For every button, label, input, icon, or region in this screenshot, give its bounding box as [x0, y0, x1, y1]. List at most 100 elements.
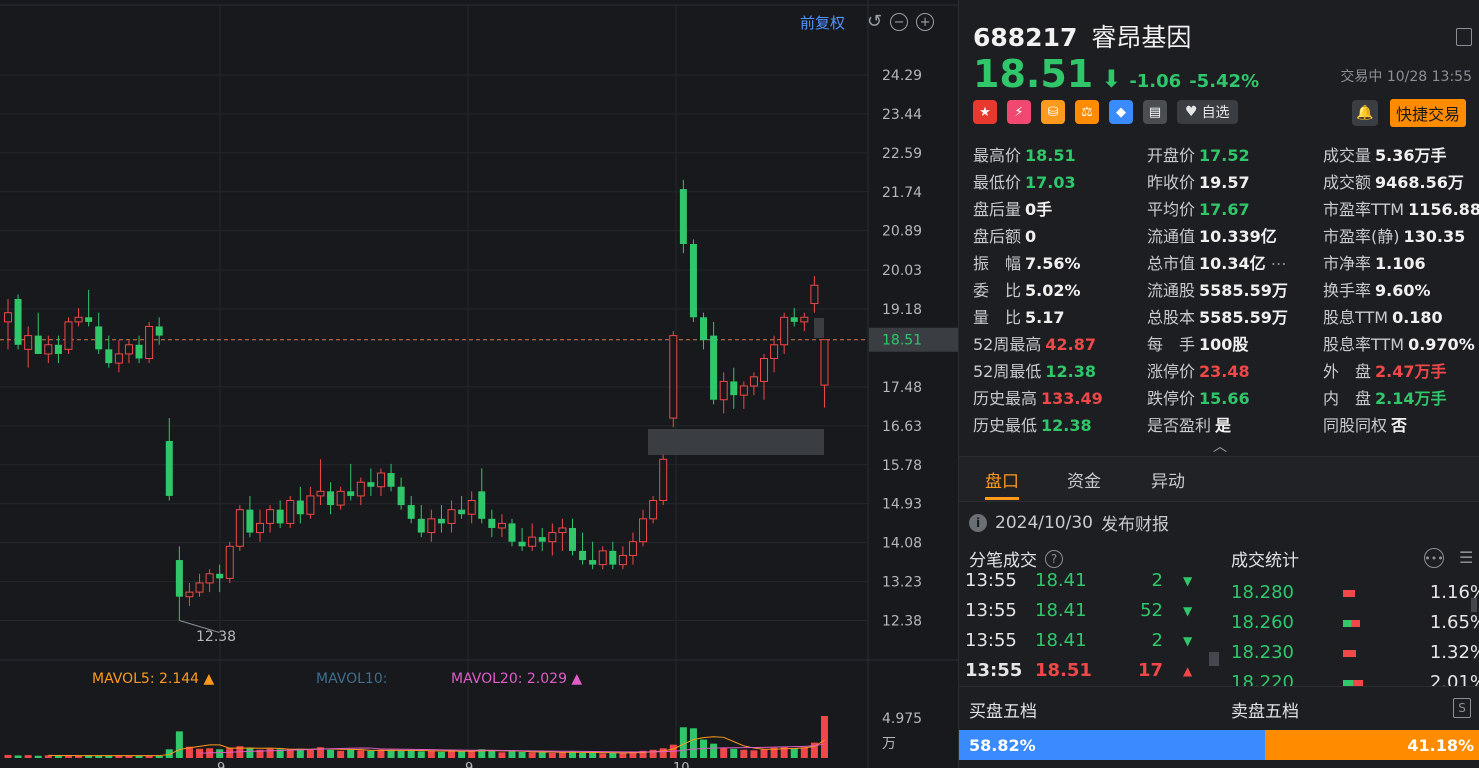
volume-bar: [24, 755, 32, 758]
notes-icon[interactable]: ▤: [1143, 100, 1167, 124]
stat-item: 成交量 5.36万手: [1323, 142, 1447, 166]
deal-scrollbar[interactable]: [1471, 598, 1477, 612]
down-arrow-icon: ⬇: [1101, 65, 1122, 93]
candle-body: [347, 491, 355, 496]
volume-bar: [538, 751, 546, 758]
candle-body: [437, 518, 445, 524]
volume-bar: [427, 750, 435, 758]
stat-label: 52周最低: [973, 362, 1042, 381]
sell-book-title[interactable]: 卖盘五档: [1231, 697, 1299, 722]
candle-body: [24, 335, 33, 350]
tick-volume: 2: [1151, 572, 1163, 591]
candle-body: [669, 335, 678, 419]
price-gap-box: [648, 429, 824, 455]
candle-body: [820, 339, 829, 386]
tick-row: 13:55 18.41 52 ▼: [965, 600, 1192, 621]
mavol20-legend: MAVOL20: 2.029 ▲: [451, 671, 582, 687]
candle-body: [710, 335, 718, 400]
tab-capital[interactable]: 资金: [1067, 467, 1101, 492]
tab-anomaly[interactable]: 异动: [1151, 467, 1185, 492]
candle-body: [558, 527, 567, 534]
stat-label: 同股同权: [1323, 416, 1388, 435]
list-icon[interactable]: ☰: [1459, 548, 1477, 568]
kline-chart-panel[interactable]: 24.29 23.44 22.59 21.74 20.89 20.03 19.18 17.48…: [0, 0, 958, 768]
zoom-in-icon[interactable]: +: [916, 13, 935, 31]
stat-label: 历史最高: [973, 389, 1038, 408]
date-axis-label: 9: [217, 761, 225, 768]
more-dots-icon[interactable]: ⋯: [1266, 254, 1287, 273]
price-tick-label: 20.89: [882, 224, 922, 240]
candle-body: [447, 509, 456, 524]
stat-value: 5.36万手: [1375, 146, 1447, 165]
buy-ratio-bar: 58.82%: [959, 730, 1265, 760]
candle-body: [719, 380, 728, 401]
coins-icon[interactable]: ⛁: [1041, 100, 1065, 124]
zoom-out-icon[interactable]: −: [890, 13, 909, 31]
tick-list[interactable]: 13:55 18.41 2 ▼ 13:55 18.41 52 ▼ 13:55 18.41 2 ▼ 13:…: [959, 572, 1219, 686]
stat-item: 股息TTM 0.180: [1323, 304, 1443, 328]
candle-body: [276, 509, 284, 524]
scale-icon[interactable]: ⚖: [1075, 100, 1099, 124]
volume-bar: [528, 752, 536, 758]
earnings-notice[interactable]: i 2024/10/30 发布财报: [969, 510, 1169, 535]
quick-trade-button[interactable]: 快捷交易: [1390, 99, 1467, 127]
deal-stat-row: 18.260 1.65%: [1231, 612, 1479, 633]
volume-bar: [306, 749, 314, 758]
stat-value: 133.49: [1041, 389, 1103, 408]
volume-bar: [266, 748, 274, 758]
volume-bar: [286, 749, 294, 758]
volume-bar: [609, 752, 617, 758]
price-tick-label: 12.38: [882, 614, 922, 630]
stat-item: 振 幅 7.56%: [973, 250, 1081, 274]
tag-icon[interactable]: ◆: [1109, 100, 1133, 124]
candle-body: [327, 491, 335, 506]
stat-value: 1156.88: [1408, 200, 1479, 219]
china-flag-icon[interactable]: ★: [973, 100, 997, 124]
candle-body: [458, 509, 466, 515]
order-book-header: 买盘五档 卖盘五档: [959, 686, 1479, 731]
volume-bar: [347, 749, 355, 758]
stat-label: 涨停价: [1147, 362, 1196, 381]
help-icon[interactable]: ?: [1045, 549, 1063, 568]
up-triangle-icon: ▲: [1183, 664, 1193, 678]
candle-body: [14, 298, 22, 345]
tick-scrollbar[interactable]: [1209, 652, 1219, 666]
price-tick-label: 17.48: [882, 380, 922, 396]
stat-item: 总股本 5585.59万: [1147, 304, 1288, 328]
volume-bar: [397, 750, 405, 758]
stat-value: 2.47万手: [1375, 362, 1447, 381]
stat-value: 18.51: [1025, 146, 1076, 165]
candle-body: [639, 518, 648, 543]
stat-item: 52周最高 42.87: [973, 331, 1096, 355]
tick-volume: 52: [1140, 600, 1163, 621]
tab-pankou[interactable]: 盘口: [985, 467, 1019, 492]
deal-stat-list[interactable]: 18.280 1.16% 18.260 1.65% 18.230 1.32% 18.220 2…: [1219, 578, 1479, 686]
undo-icon[interactable]: ↺: [867, 13, 882, 31]
buy-book-title[interactable]: 买盘五档: [969, 697, 1037, 722]
stock-name: 睿昂基因: [1091, 23, 1192, 52]
more-icon[interactable]: •••: [1424, 548, 1444, 568]
lightning-icon[interactable]: ⚡: [1007, 100, 1031, 124]
candle-body: [770, 344, 779, 360]
candle-body: [749, 376, 758, 387]
kline-chart[interactable]: 24.29 23.44 22.59 21.74 20.89 20.03 19.18 17.48…: [0, 0, 958, 768]
current-price-label: 18.51: [882, 333, 922, 349]
deal-section-title: 成交统计: [1231, 546, 1299, 571]
stat-item: 涨停价 23.48: [1147, 358, 1250, 382]
document-icon[interactable]: [1456, 28, 1472, 46]
stat-value: 5585.59万: [1199, 308, 1288, 327]
candle-body: [235, 509, 244, 547]
stat-label: 最低价: [973, 173, 1022, 192]
adjust-mode-button[interactable]: 前复权: [800, 12, 845, 33]
stat-label: 内 盘: [1323, 389, 1372, 408]
candle-body: [700, 317, 708, 341]
sell-ratio-bar: 41.18%: [1265, 730, 1479, 760]
bell-icon[interactable]: 🔔: [1352, 100, 1378, 126]
candle-body: [800, 316, 809, 323]
watchlist-button[interactable]: ♥ 自选: [1177, 100, 1238, 124]
candle-body: [417, 518, 425, 533]
price-tick-label: 14.93: [882, 497, 922, 513]
s-toggle-icon[interactable]: S: [1453, 698, 1471, 718]
collapse-chevron-icon[interactable]: ︿: [1213, 436, 1227, 456]
candle-body: [679, 189, 687, 245]
